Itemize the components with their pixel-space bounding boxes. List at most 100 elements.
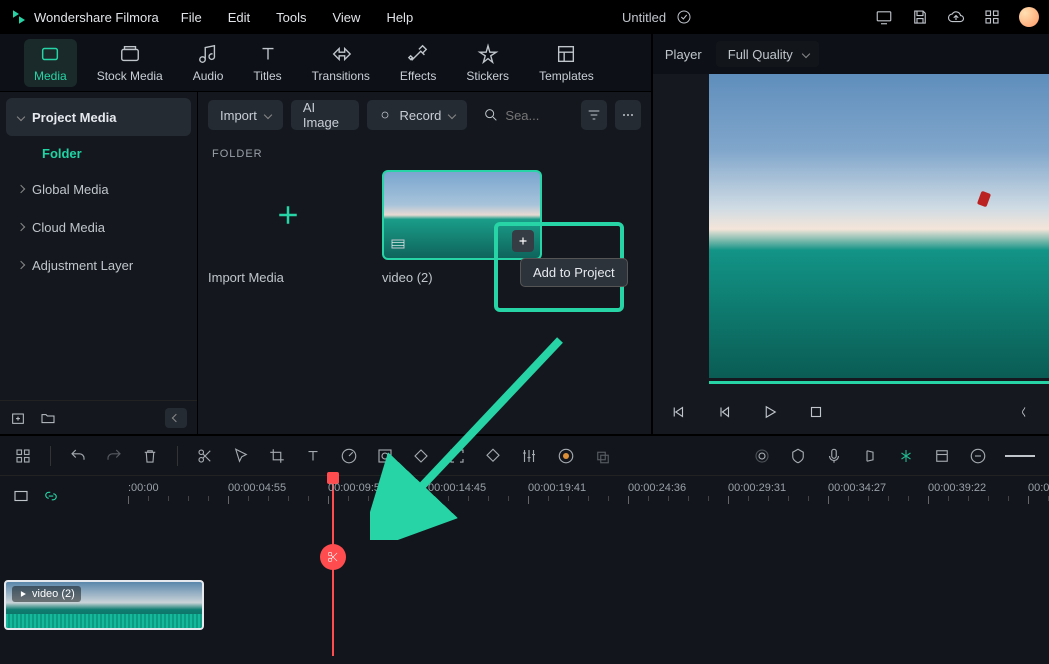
record-button[interactable]: Record [367, 100, 467, 130]
filter-button[interactable] [581, 100, 607, 130]
sidebar-folder[interactable]: Folder [6, 136, 191, 170]
chevron-right-icon [17, 261, 25, 269]
import-button[interactable]: Import [208, 100, 283, 130]
new-bin-icon[interactable] [10, 410, 26, 426]
screen-icon[interactable] [875, 8, 893, 26]
redo-button[interactable] [105, 447, 123, 465]
collapse-sidebar-button[interactable] [165, 408, 187, 428]
snap-button[interactable] [897, 447, 915, 465]
apps-grid-icon[interactable] [983, 8, 1001, 26]
markers-panel-button[interactable] [933, 447, 951, 465]
add-clip-button[interactable] [512, 230, 534, 252]
sidebar-adjustment-layer[interactable]: Adjustment Layer [6, 246, 191, 284]
player-label: Player [665, 47, 702, 62]
tl-layout-icon[interactable] [14, 447, 32, 465]
tracks-area[interactable]: video (2) [0, 516, 1049, 664]
record-vo-button[interactable] [753, 447, 771, 465]
tab-stock-media[interactable]: Stock Media [87, 39, 173, 87]
tab-media-label: Media [34, 69, 67, 83]
focus-button[interactable] [448, 447, 466, 465]
tab-media[interactable]: Media [24, 39, 77, 87]
tab-stickers-label: Stickers [466, 69, 509, 83]
timeline-ruler[interactable]: :00:0000:00:04:5500:00:09:5000:00:14:450… [128, 476, 1049, 516]
document-title[interactable]: Untitled [622, 10, 666, 25]
sidebar-cloud-media[interactable]: Cloud Media [6, 208, 191, 246]
ai-image-button[interactable]: AI Image [291, 100, 360, 130]
tab-transitions[interactable]: Transitions [302, 39, 380, 87]
tab-titles-label: Titles [253, 69, 281, 83]
tab-effects[interactable]: Effects [390, 39, 446, 87]
media-clip-label: video (2) [382, 270, 542, 285]
clip-waveform [6, 614, 202, 628]
save-icon[interactable] [911, 8, 929, 26]
menu-help[interactable]: Help [386, 10, 413, 25]
search-input[interactable] [505, 108, 565, 123]
mask-button[interactable] [484, 447, 502, 465]
ruler-tick: 00:00:19:41 [528, 482, 586, 504]
prev-frame-button[interactable] [669, 403, 687, 421]
media-clip-card[interactable]: video (2) [382, 170, 542, 285]
tab-audio[interactable]: Audio [183, 39, 234, 87]
menu-view[interactable]: View [332, 10, 360, 25]
ruler-tick: :00:00 [128, 482, 159, 504]
zoom-slider[interactable] [1005, 455, 1035, 457]
step-back-button[interactable] [715, 403, 733, 421]
more-button[interactable] [615, 100, 641, 130]
quality-dropdown[interactable]: Full Quality [716, 41, 819, 67]
menu-tools[interactable]: Tools [276, 10, 306, 25]
menu-edit[interactable]: Edit [228, 10, 250, 25]
plus-icon [516, 234, 530, 248]
ruler-tick: 00:00:24:36 [628, 482, 686, 504]
play-button[interactable] [761, 403, 779, 421]
audio-mixer-button[interactable] [861, 447, 879, 465]
mic-button[interactable] [825, 447, 843, 465]
split-button[interactable] [196, 447, 214, 465]
search-icon[interactable] [483, 107, 499, 123]
preview-frame [709, 74, 1049, 378]
ruler-tick: 00:00:14:45 [428, 482, 486, 504]
chevron-down-icon [448, 111, 456, 119]
cloud-upload-icon[interactable] [947, 8, 965, 26]
folder-heading: FOLDER [212, 148, 641, 160]
track-options-icon[interactable] [12, 487, 30, 505]
zoom-out-button[interactable] [969, 447, 987, 465]
speed-button[interactable] [340, 447, 358, 465]
color-button[interactable] [376, 447, 394, 465]
tab-transitions-label: Transitions [312, 69, 370, 83]
text-button[interactable] [304, 447, 322, 465]
keyframe-button[interactable] [412, 447, 430, 465]
new-folder-icon[interactable] [40, 410, 56, 426]
preview-progress[interactable] [709, 381, 1049, 384]
sync-status-icon [676, 9, 692, 25]
render-button[interactable] [556, 447, 576, 465]
crop-button[interactable] [268, 447, 286, 465]
timeline-clip[interactable]: video (2) [4, 580, 204, 630]
undo-button[interactable] [69, 447, 87, 465]
app-name: Wondershare Filmora [34, 10, 159, 25]
delete-button[interactable] [141, 447, 159, 465]
stop-button[interactable] [807, 403, 825, 421]
video-preview[interactable] [653, 74, 1049, 390]
tab-stickers[interactable]: Stickers [456, 39, 519, 87]
tab-titles[interactable]: Titles [243, 39, 291, 87]
adjust-button[interactable] [520, 447, 538, 465]
cursor-button[interactable] [232, 447, 250, 465]
import-media-card[interactable]: Import Media [208, 170, 368, 285]
ruler-tick: 00:00:29:31 [728, 482, 786, 504]
clip-name: video (2) [32, 588, 75, 600]
sidebar-global-label: Global Media [32, 182, 109, 197]
record-dot-icon [379, 109, 391, 121]
link-button[interactable] [42, 487, 60, 505]
ellipsis-icon [620, 107, 636, 123]
preview-settings-icon[interactable] [1019, 403, 1033, 421]
sidebar-project-media[interactable]: Project Media [6, 98, 191, 136]
group-button[interactable] [594, 447, 612, 465]
menu-file[interactable]: File [181, 10, 202, 25]
ruler-tick: 00:00:09:50 [328, 482, 386, 504]
user-avatar[interactable] [1019, 7, 1039, 27]
tab-templates[interactable]: Templates [529, 39, 604, 87]
marker-button[interactable] [789, 447, 807, 465]
sidebar-global-media[interactable]: Global Media [6, 170, 191, 208]
chevron-down-icon [802, 50, 810, 58]
filter-icon [586, 107, 602, 123]
